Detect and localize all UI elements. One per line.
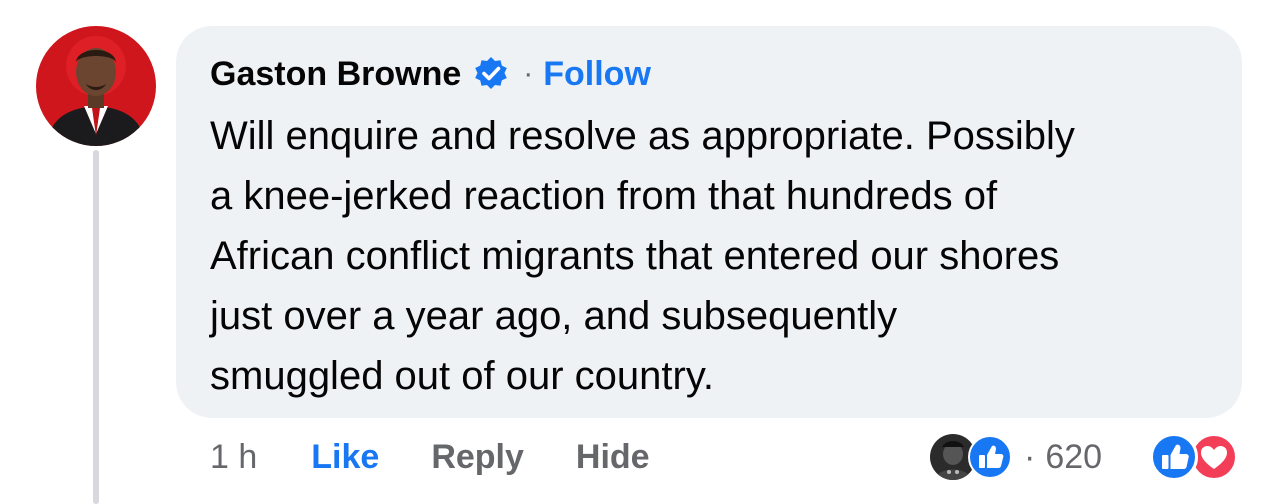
- reaction-separator: ·: [1024, 437, 1036, 476]
- reaction-icons[interactable]: [1150, 432, 1238, 482]
- verified-badge-icon: [473, 56, 509, 92]
- like-reaction-icon: [968, 435, 1012, 479]
- reply-button[interactable]: Reply: [431, 438, 524, 477]
- reaction-summary[interactable]: · 620: [930, 432, 1102, 482]
- like-button[interactable]: Like: [311, 438, 379, 477]
- author-avatar[interactable]: [36, 26, 156, 146]
- comment-text: Will enquire and resolve as appropriate.…: [210, 114, 1075, 398]
- comment-thread-line: [93, 150, 99, 504]
- header-separator: ·: [523, 57, 534, 90]
- hide-button[interactable]: Hide: [576, 438, 650, 477]
- author-name[interactable]: Gaston Browne: [210, 55, 461, 94]
- comment-header: Gaston Browne · Follow: [210, 52, 1208, 96]
- reaction-count[interactable]: 620: [1045, 438, 1102, 477]
- comment-timestamp[interactable]: 1 h: [210, 438, 257, 477]
- follow-button[interactable]: Follow: [543, 55, 651, 94]
- comment-actions: 1 h Like Reply Hide: [210, 432, 702, 482]
- like-reaction-icon: [1150, 433, 1198, 481]
- comment-bubble: Gaston Browne · Follow Will enquire and …: [176, 26, 1242, 418]
